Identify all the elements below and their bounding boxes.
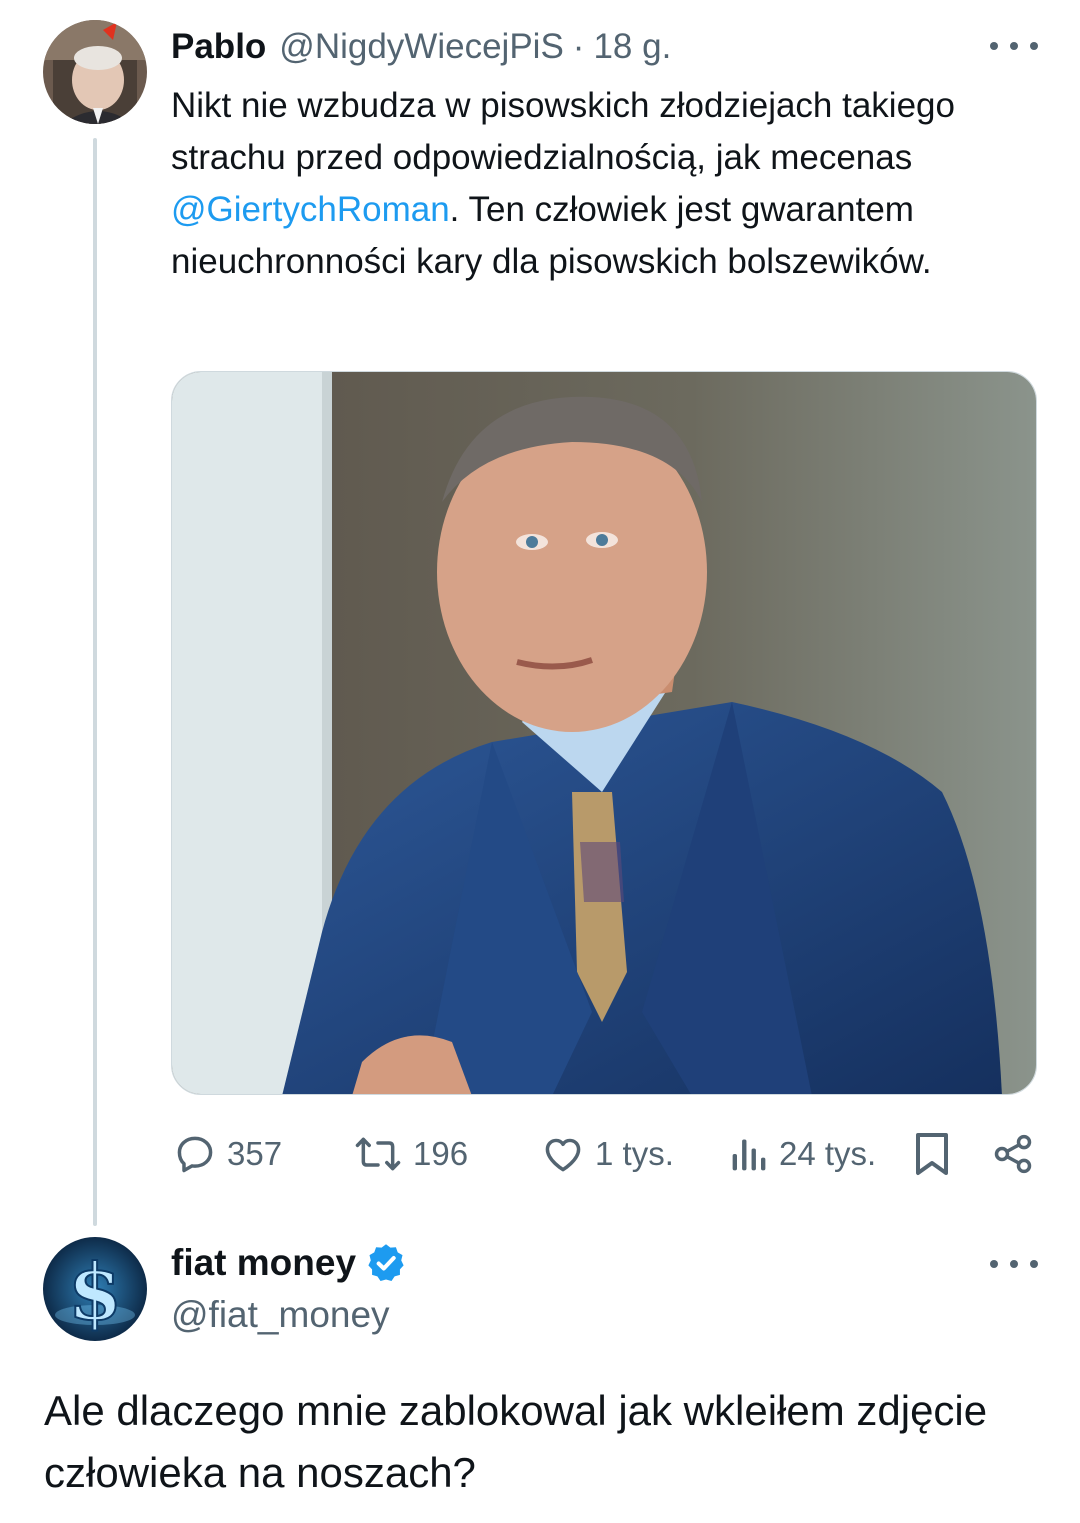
tweet1-display-name[interactable]: Pablo bbox=[171, 27, 266, 67]
repost-count: 196 bbox=[413, 1135, 469, 1172]
tweet1-timestamp[interactable]: 18 g. bbox=[593, 27, 671, 67]
tweet1-actions: 357 196 1 tys. 24 tys. bbox=[171, 1124, 1037, 1184]
repost-button[interactable]: 196 bbox=[353, 1124, 468, 1184]
like-button[interactable]: 1 tys. bbox=[541, 1124, 674, 1184]
tweet2-more-icon[interactable] bbox=[990, 1254, 1038, 1274]
tweet1-more-icon[interactable] bbox=[990, 36, 1038, 56]
thread-connector-line bbox=[93, 138, 97, 1226]
verified-badge-icon[interactable] bbox=[364, 1241, 408, 1285]
avatar-portrait-image bbox=[43, 20, 147, 124]
share-icon bbox=[994, 1134, 1032, 1174]
bookmark-icon bbox=[916, 1133, 948, 1175]
views-count: 24 tys. bbox=[779, 1135, 877, 1172]
tweet1-separator: · bbox=[572, 27, 585, 66]
dollar-sign-avatar-image: $ bbox=[43, 1237, 147, 1341]
tweet2-display-name[interactable]: fiat money bbox=[171, 1242, 356, 1284]
svg-text:$: $ bbox=[68, 1247, 122, 1338]
tweet1-photo[interactable] bbox=[171, 371, 1037, 1095]
avatar-fiat-money[interactable]: $ bbox=[43, 1237, 147, 1341]
tweet1-handle[interactable]: @NigdyWiecejPiS bbox=[279, 27, 564, 67]
bar-chart-icon bbox=[732, 1139, 766, 1171]
reply-button[interactable]: 357 bbox=[173, 1124, 282, 1184]
tweet1-text-before: Nikt nie wzbudza w pisowskich złodziejac… bbox=[171, 86, 955, 177]
repost-arrows-icon bbox=[355, 1137, 401, 1171]
bookmark-button[interactable] bbox=[912, 1124, 952, 1184]
tweet2-handle[interactable]: @fiat_money bbox=[171, 1290, 390, 1340]
tweet2-header: fiat money bbox=[171, 1238, 408, 1288]
heart-icon bbox=[545, 1138, 581, 1172]
tweet2-text: Ale dlaczego mnie zablokowal jak wkleiłe… bbox=[44, 1387, 988, 1496]
speech-bubble-icon bbox=[177, 1136, 213, 1173]
avatar-pablo[interactable] bbox=[43, 20, 147, 124]
share-button[interactable] bbox=[991, 1124, 1035, 1184]
tweet1-header: Pablo @NigdyWiecejPiS · 18 g. bbox=[171, 22, 671, 72]
reply-count: 357 bbox=[227, 1135, 283, 1172]
tweet1-text: Nikt nie wzbudza w pisowskich złodziejac… bbox=[171, 80, 1031, 288]
man-in-suit-photo bbox=[172, 372, 1036, 1094]
views-button[interactable]: 24 tys. bbox=[729, 1124, 876, 1184]
tweet1-mention-link[interactable]: @GiertychRoman bbox=[171, 190, 450, 229]
like-count: 1 tys. bbox=[595, 1135, 674, 1172]
